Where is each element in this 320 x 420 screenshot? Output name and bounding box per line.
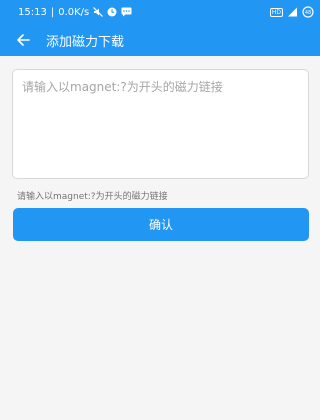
page-title: 添加磁力下载 (46, 34, 125, 50)
status-time: 15:13 (18, 6, 47, 18)
back-button[interactable] (0, 24, 46, 56)
status-bar: 15:13 | 0.0K/s HD 48 (0, 0, 320, 24)
battery-level: 48 (305, 10, 311, 16)
status-left: 15:13 | 0.0K/s (18, 7, 132, 18)
status-right: HD 48 (269, 6, 314, 18)
app-bar: 添加磁力下载 (0, 24, 320, 56)
input-hint: 请输入以magnet:?为开头的磁力链接 (17, 192, 168, 202)
mute-icon (93, 7, 104, 17)
confirm-button[interactable]: 确认 (13, 208, 309, 241)
arrow-left-icon (16, 33, 30, 47)
clock-icon (107, 7, 117, 17)
magnet-link-field[interactable] (12, 69, 309, 179)
network-speed: 0.0K/s (58, 6, 90, 18)
signal-icon (287, 7, 298, 17)
hd-badge-icon: HD (269, 7, 283, 17)
magnet-link-input[interactable] (13, 70, 308, 178)
message-icon (121, 7, 132, 17)
status-separator: | (50, 6, 55, 18)
battery-icon: 48 (302, 6, 314, 18)
